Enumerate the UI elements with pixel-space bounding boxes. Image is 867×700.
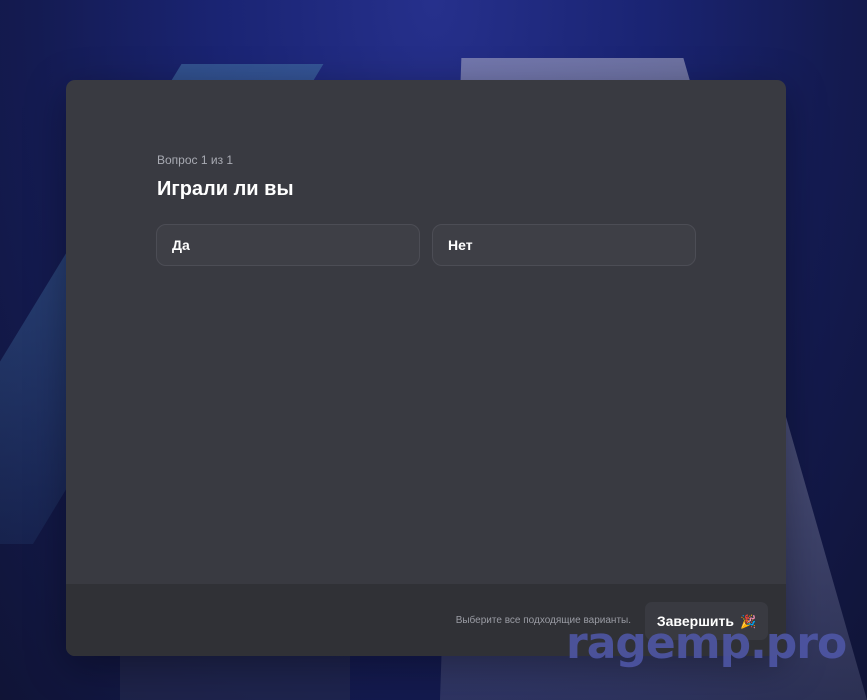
- question-counter: Вопрос 1 из 1: [157, 153, 234, 167]
- watermark: ragemp.pro: [566, 618, 847, 669]
- option-yes-button[interactable]: Да: [156, 224, 420, 266]
- question-title: Играли ли вы: [157, 178, 294, 200]
- quiz-modal: Вопрос 1 из 1 Играли ли вы Да Нет Выбери…: [66, 80, 786, 656]
- option-no-button[interactable]: Нет: [432, 224, 696, 266]
